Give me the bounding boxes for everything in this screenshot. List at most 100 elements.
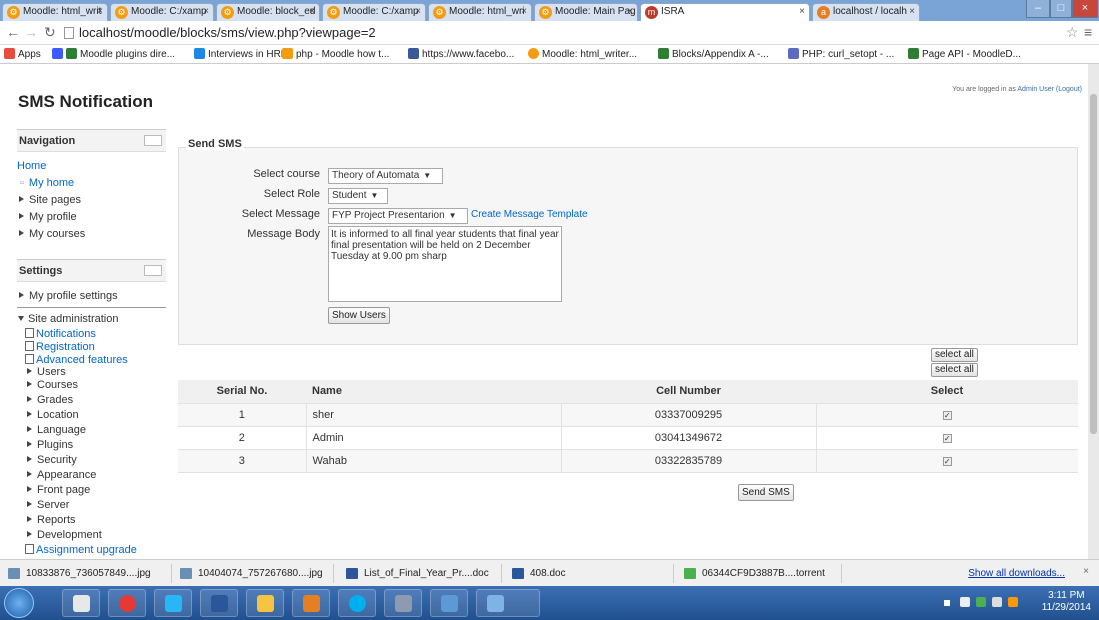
- show-all-downloads-link[interactable]: Show all downloads...: [968, 568, 1065, 579]
- close-tab-icon[interactable]: ×: [415, 4, 421, 20]
- page-scrollbar[interactable]: [1088, 64, 1099, 559]
- select-checkbox[interactable]: ✓: [942, 410, 952, 420]
- url-field[interactable]: localhost/moodle/blocks/sms/view.php?vie…: [64, 23, 1064, 43]
- taskbar-pdf[interactable]: [292, 589, 330, 617]
- browser-tab[interactable]: ⚙ Moodle: block_ed ×: [216, 3, 320, 21]
- download-item[interactable]: 10833876_736057849....jpg: [4, 564, 172, 583]
- flag-icon[interactable]: [1008, 597, 1018, 607]
- taskbar-paint[interactable]: [384, 589, 422, 617]
- close-tab-icon[interactable]: ×: [203, 4, 209, 20]
- download-item[interactable]: 10404074_757267680....jpg: [176, 564, 334, 583]
- tray-arrow-icon[interactable]: [944, 600, 950, 606]
- volume-icon[interactable]: [960, 597, 970, 607]
- browser-tab[interactable]: ⚙ Moodle: html_writ ×: [2, 3, 108, 21]
- browser-tab[interactable]: ⚙ Moodle: C:/xamp ×: [110, 3, 214, 21]
- network-icon[interactable]: [976, 597, 986, 607]
- select-all-button[interactable]: select all: [931, 348, 978, 362]
- admin-notifications-link[interactable]: Notifications: [25, 328, 166, 341]
- taskbar-word[interactable]: [200, 589, 238, 617]
- browser-tab[interactable]: ⚙ Moodle: C:/xamp ×: [322, 3, 426, 21]
- user-link[interactable]: Admin User: [1017, 86, 1054, 93]
- bookmark-item[interactable]: Blocks/Appendix A -...: [658, 48, 769, 60]
- bookmark-star-icon[interactable]: ☆: [1066, 24, 1079, 41]
- select-checkbox[interactable]: ✓: [942, 456, 952, 466]
- taskbar-skype[interactable]: [338, 589, 376, 617]
- admin-security[interactable]: Security: [25, 453, 166, 468]
- close-tab-icon[interactable]: ×: [799, 4, 805, 20]
- admin-courses[interactable]: Courses: [25, 378, 166, 393]
- taskbar-app[interactable]: [430, 589, 468, 617]
- menu-icon[interactable]: ≡: [1084, 24, 1092, 40]
- expand-icon: [27, 368, 32, 374]
- scrollbar-thumb[interactable]: [1090, 94, 1097, 434]
- nav-label: Location: [37, 409, 79, 421]
- minimize-icon[interactable]: –: [1026, 0, 1050, 18]
- close-tab-icon[interactable]: ×: [627, 4, 633, 20]
- course-select[interactable]: Theory of Automata ▼: [328, 168, 443, 184]
- admin-front-page[interactable]: Front page: [25, 483, 166, 498]
- admin-location[interactable]: Location: [25, 408, 166, 423]
- download-item[interactable]: 408.doc: [508, 564, 674, 583]
- select-all-button[interactable]: select all: [931, 363, 978, 377]
- close-window-icon[interactable]: ×: [1072, 0, 1098, 18]
- logout-link[interactable]: (Logout): [1056, 86, 1082, 93]
- send-sms-button[interactable]: Send SMS: [738, 484, 794, 501]
- maximize-icon[interactable]: □: [1050, 0, 1072, 18]
- close-tab-icon[interactable]: ×: [309, 4, 315, 20]
- admin-registration-link[interactable]: Registration: [25, 341, 166, 354]
- message-body-textarea[interactable]: It is informed to all final year student…: [328, 226, 562, 302]
- nav-my-profile[interactable]: My profile: [17, 209, 166, 226]
- download-item[interactable]: 06344CF9D3887B....torrent: [680, 564, 842, 583]
- browser-tab-active[interactable]: m ISRA ×: [640, 3, 810, 21]
- admin-appearance[interactable]: Appearance: [25, 468, 166, 483]
- dock-block-icon[interactable]: [144, 135, 162, 146]
- admin-language[interactable]: Language: [25, 423, 166, 438]
- show-users-button[interactable]: Show Users: [328, 307, 390, 324]
- close-downloads-icon[interactable]: ×: [1083, 566, 1089, 577]
- message-select[interactable]: FYP Project Presentarion ▼: [328, 208, 468, 224]
- download-item[interactable]: List_of_Final_Year_Pr....doc: [342, 564, 502, 583]
- admin-development[interactable]: Development: [25, 528, 166, 543]
- settings-my-profile[interactable]: My profile settings: [17, 288, 166, 308]
- taskbar-explorer[interactable]: [246, 589, 284, 617]
- bookmark-apps[interactable]: Apps: [4, 48, 41, 60]
- bookmark-item[interactable]: Moodle: html_writer...: [528, 48, 637, 60]
- admin-plugins[interactable]: Plugins: [25, 438, 166, 453]
- start-button[interactable]: [4, 588, 34, 618]
- admin-assignment-upgrade[interactable]: Assignment upgrade: [25, 543, 166, 558]
- bookmark-item[interactable]: PHP: curl_setopt - ...: [788, 48, 894, 60]
- nav-my-home[interactable]: ▫ My home: [17, 175, 166, 192]
- taskbar-chrome[interactable]: [108, 589, 146, 617]
- nav-home[interactable]: Home: [17, 158, 166, 175]
- bookmark-item[interactable]: php - Moodle how t...: [282, 48, 389, 60]
- system-clock[interactable]: 3:11 PM 11/29/2014: [1042, 590, 1091, 614]
- nav-site-pages[interactable]: Site pages: [17, 192, 166, 209]
- taskbar-app[interactable]: [476, 589, 540, 617]
- taskbar-desktop[interactable]: [154, 589, 192, 617]
- dock-block-icon[interactable]: [144, 265, 162, 276]
- browser-tab[interactable]: ⚙ Moodle: Main Pag ×: [534, 3, 638, 21]
- settings-site-admin[interactable]: Site administration: [17, 311, 166, 328]
- bookmark-item[interactable]: Page API - MoodleD...: [908, 48, 1021, 60]
- close-tab-icon[interactable]: ×: [97, 4, 103, 20]
- close-tab-icon[interactable]: ×: [521, 4, 527, 20]
- browser-tab[interactable]: ⚙ Moodle: html_wri ×: [428, 3, 532, 21]
- reload-icon[interactable]: ↻: [44, 24, 56, 41]
- taskbar-calendar[interactable]: [62, 589, 100, 617]
- back-icon[interactable]: ←: [6, 24, 20, 40]
- bookmark-item[interactable]: Moodle plugins dire...: [52, 48, 175, 60]
- create-template-link[interactable]: Create Message Template: [471, 209, 588, 220]
- admin-grades[interactable]: Grades: [25, 393, 166, 408]
- nav-my-courses[interactable]: My courses: [17, 226, 166, 243]
- bookmark-item[interactable]: Interviews in HRM: [194, 48, 289, 60]
- select-checkbox[interactable]: ✓: [942, 433, 952, 443]
- admin-reports[interactable]: Reports: [25, 513, 166, 528]
- admin-server[interactable]: Server: [25, 498, 166, 513]
- role-select[interactable]: Student ▼: [328, 188, 388, 204]
- browser-tab[interactable]: a localhost / localh ×: [812, 3, 920, 21]
- admin-users[interactable]: Users: [25, 367, 166, 378]
- close-tab-icon[interactable]: ×: [909, 4, 915, 20]
- forward-icon[interactable]: →: [24, 24, 38, 40]
- battery-icon[interactable]: [992, 597, 1002, 607]
- bookmark-item[interactable]: https://www.facebo...: [408, 48, 514, 60]
